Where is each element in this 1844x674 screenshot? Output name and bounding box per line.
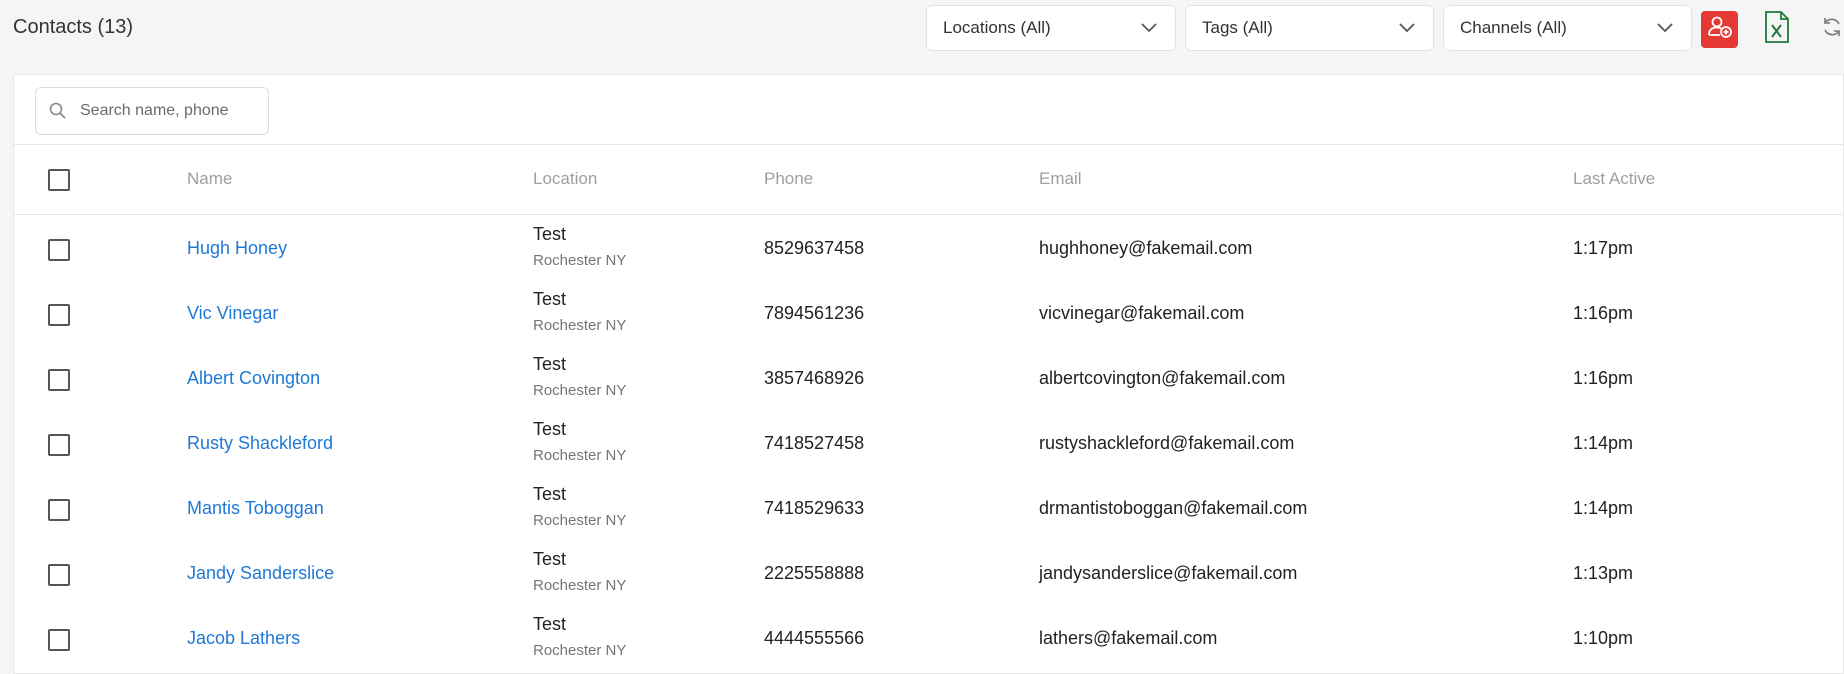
add-person-icon bbox=[1707, 14, 1733, 45]
select-all-checkbox[interactable] bbox=[48, 169, 70, 191]
last-active-time: 1:13pm bbox=[1573, 563, 1634, 583]
row-checkbox[interactable] bbox=[48, 499, 70, 521]
chevron-down-icon bbox=[1399, 20, 1415, 36]
row-checkbox[interactable] bbox=[48, 369, 70, 391]
channels-filter-label: Channels (All) bbox=[1460, 18, 1567, 37]
location-name: Test bbox=[533, 549, 567, 569]
contact-name-link[interactable]: Hugh Honey bbox=[187, 238, 287, 259]
contact-phone: 8529637458 bbox=[764, 238, 865, 258]
last-active-time: 1:10pm bbox=[1573, 628, 1634, 648]
channels-filter-dropdown[interactable]: Channels (All) bbox=[1443, 5, 1692, 51]
row-checkbox[interactable] bbox=[48, 564, 70, 586]
table-row[interactable]: Jandy Sanderslice Test Rochester NY 2225… bbox=[14, 541, 1843, 606]
location-name: Test bbox=[533, 614, 567, 634]
chevron-down-icon bbox=[1657, 20, 1673, 36]
contact-name-link[interactable]: Vic Vinegar bbox=[187, 303, 278, 324]
chevron-down-icon bbox=[1141, 20, 1157, 36]
tags-filter-label: Tags (All) bbox=[1202, 18, 1273, 37]
contact-phone: 7418527458 bbox=[764, 433, 865, 453]
contact-name-link[interactable]: Rusty Shackleford bbox=[187, 433, 333, 454]
location-city: Rochester NY bbox=[533, 512, 627, 529]
page-title: Contacts (13) bbox=[13, 16, 134, 38]
location-name: Test bbox=[533, 484, 567, 504]
table-row[interactable]: Albert Covington Test Rochester NY 38574… bbox=[14, 346, 1843, 411]
contact-phone: 3857468926 bbox=[764, 368, 865, 388]
add-contact-button[interactable] bbox=[1701, 11, 1738, 48]
contact-name-link[interactable]: Jacob Lathers bbox=[187, 628, 300, 649]
locations-filter-label: Locations (All) bbox=[943, 18, 1051, 37]
contact-name-link[interactable]: Mantis Toboggan bbox=[187, 498, 324, 519]
table-row[interactable]: Vic Vinegar Test Rochester NY 7894561236… bbox=[14, 281, 1843, 346]
contact-email: lathers@fakemail.com bbox=[1039, 628, 1218, 648]
contacts-card: Name Location Phone Email Last Active Hu… bbox=[13, 74, 1844, 674]
contact-email: albertcovington@fakemail.com bbox=[1039, 368, 1286, 388]
contact-email: drmantistoboggan@fakemail.com bbox=[1039, 498, 1308, 518]
row-checkbox[interactable] bbox=[48, 629, 70, 651]
contact-phone: 7894561236 bbox=[764, 303, 865, 323]
contact-phone: 7418529633 bbox=[764, 498, 865, 518]
location-city: Rochester NY bbox=[533, 382, 627, 399]
search-icon bbox=[48, 101, 68, 121]
column-header-location[interactable]: Location bbox=[533, 169, 597, 189]
last-active-time: 1:16pm bbox=[1573, 303, 1634, 323]
location-city: Rochester NY bbox=[533, 577, 627, 594]
last-active-time: 1:17pm bbox=[1573, 238, 1634, 258]
table-header: Name Location Phone Email Last Active bbox=[14, 145, 1843, 215]
last-active-time: 1:14pm bbox=[1573, 498, 1634, 518]
contact-name-link[interactable]: Albert Covington bbox=[187, 368, 320, 389]
last-active-time: 1:14pm bbox=[1573, 433, 1634, 453]
contact-name-link[interactable]: Jandy Sanderslice bbox=[187, 563, 334, 584]
contact-email: jandysanderslice@fakemail.com bbox=[1039, 563, 1298, 583]
last-active-time: 1:16pm bbox=[1573, 368, 1634, 388]
refresh-button[interactable] bbox=[1818, 15, 1844, 43]
contact-email: rustyshackleford@fakemail.com bbox=[1039, 433, 1295, 453]
refresh-icon bbox=[1820, 15, 1844, 43]
column-header-phone[interactable]: Phone bbox=[764, 169, 813, 189]
search-box[interactable] bbox=[35, 87, 269, 135]
top-bar: Contacts (13) Locations (All) Tags (All)… bbox=[0, 0, 1844, 72]
column-header-name[interactable]: Name bbox=[187, 169, 232, 189]
location-city: Rochester NY bbox=[533, 317, 627, 334]
row-checkbox[interactable] bbox=[48, 304, 70, 326]
contact-email: vicvinegar@fakemail.com bbox=[1039, 303, 1245, 323]
contact-phone: 2225558888 bbox=[764, 563, 865, 583]
table-row[interactable]: Rusty Shackleford Test Rochester NY 7418… bbox=[14, 411, 1843, 476]
column-header-last-active[interactable]: Last Active bbox=[1573, 169, 1655, 189]
location-name: Test bbox=[533, 289, 567, 309]
contact-email: hughhoney@fakemail.com bbox=[1039, 238, 1253, 258]
excel-export-icon bbox=[1764, 10, 1790, 49]
table-row[interactable]: Jacob Lathers Test Rochester NY 44445555… bbox=[14, 606, 1843, 671]
export-excel-button[interactable] bbox=[1759, 10, 1795, 48]
table-row[interactable]: Mantis Toboggan Test Rochester NY 741852… bbox=[14, 476, 1843, 541]
tags-filter-dropdown[interactable]: Tags (All) bbox=[1185, 5, 1434, 51]
search-input[interactable] bbox=[80, 98, 260, 124]
column-header-email[interactable]: Email bbox=[1039, 169, 1082, 189]
location-city: Rochester NY bbox=[533, 252, 627, 269]
locations-filter-dropdown[interactable]: Locations (All) bbox=[926, 5, 1176, 51]
location-city: Rochester NY bbox=[533, 642, 627, 659]
location-city: Rochester NY bbox=[533, 447, 627, 464]
location-name: Test bbox=[533, 419, 567, 439]
location-name: Test bbox=[533, 354, 567, 374]
table-row[interactable]: Hugh Honey Test Rochester NY 8529637458 … bbox=[14, 216, 1843, 281]
row-checkbox[interactable] bbox=[48, 434, 70, 456]
location-name: Test bbox=[533, 224, 567, 244]
contact-phone: 4444555566 bbox=[764, 628, 865, 648]
row-checkbox[interactable] bbox=[48, 239, 70, 261]
